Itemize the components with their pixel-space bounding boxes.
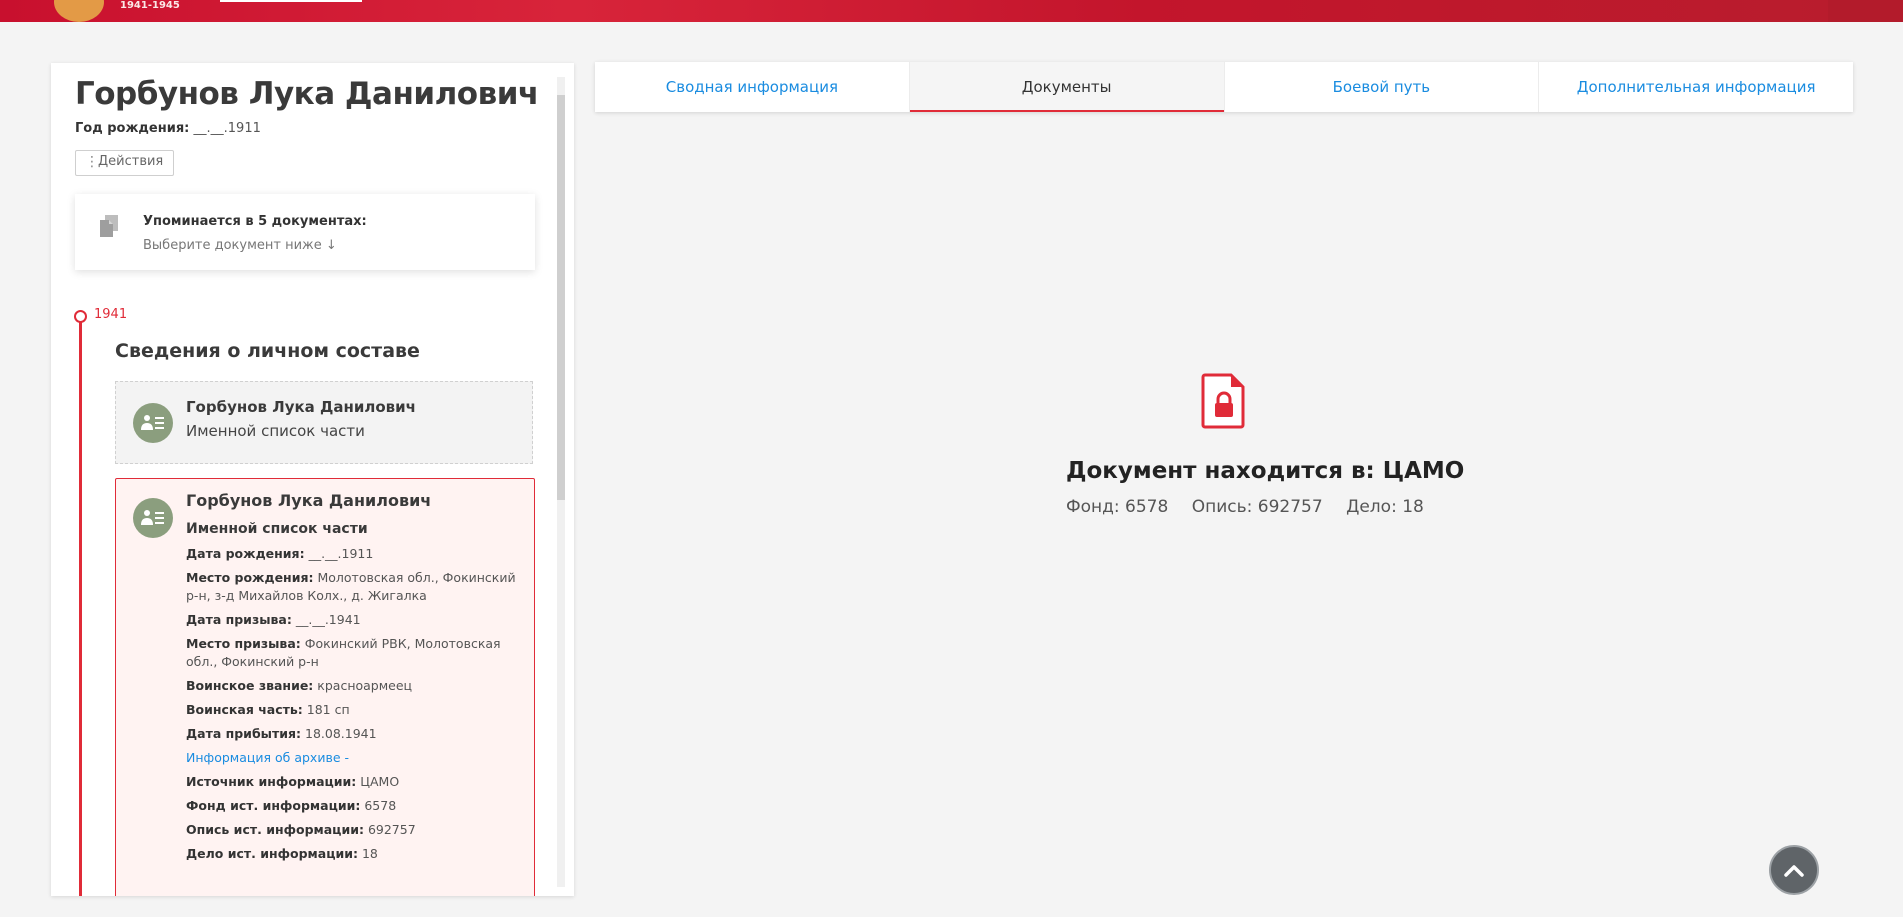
- document-reference: Фонд: 6578 Опись: 692757 Дело: 18: [1066, 497, 1442, 517]
- victory-logo[interactable]: [54, 0, 104, 22]
- tab-documents[interactable]: Документы: [909, 62, 1225, 112]
- person-panel: Горбунов Лука Данилович Год рождения: __…: [51, 63, 574, 896]
- field-label: Источник информации:: [186, 774, 357, 789]
- document-opis: Опись: 692757: [1191, 497, 1323, 517]
- actions-label: Действия: [98, 154, 164, 169]
- document-fields: Дата рождения: __.__.1911 Место рождения…: [186, 545, 526, 869]
- field-birth-place: Место рождения: Молотовская обл., Фокинс…: [186, 569, 526, 605]
- field-value: __.__.1911: [308, 546, 374, 561]
- mentions-title: Упоминается в 5 документах:: [143, 214, 367, 229]
- top-banner: 1941-1945: [0, 0, 1903, 22]
- locked-document-icon: [1201, 373, 1245, 429]
- banner-years: 1941-1945: [120, 0, 180, 11]
- field-birth-date: Дата рождения: __.__.1911: [186, 545, 526, 563]
- document-location: Документ находится в: ЦАМО: [1066, 458, 1465, 484]
- tab-summary[interactable]: Сводная информация: [595, 62, 910, 112]
- field-label: Фонд ист. информации:: [186, 798, 361, 813]
- field-rank: Воинское звание: красноармеец: [186, 677, 526, 695]
- scrollbar-thumb[interactable]: [557, 95, 565, 500]
- field-label: Дата рождения:: [186, 546, 305, 561]
- person-list-icon: [133, 498, 173, 538]
- timeline-dot: [74, 310, 87, 323]
- document-card[interactable]: Горбунов Лука Данилович Именной список ч…: [115, 381, 533, 464]
- timeline-year: 1941: [94, 307, 128, 322]
- tab-bar: Сводная информация Документы Боевой путь…: [595, 62, 1853, 112]
- section-title: Сведения о личном составе: [115, 340, 420, 362]
- field-label: Воинская часть:: [186, 702, 303, 717]
- document-card-name: Горбунов Лука Данилович: [186, 491, 432, 510]
- chevron-up-icon: [1784, 865, 1804, 877]
- field-label: Опись ист. информации:: [186, 822, 364, 837]
- documents-icon: [100, 215, 118, 237]
- field-value: 181 сп: [306, 702, 350, 717]
- field-value: 6578: [364, 798, 397, 813]
- field-label: Дата призыва:: [186, 612, 292, 627]
- person-panel-scroll: Горбунов Лука Данилович Год рождения: __…: [51, 63, 556, 896]
- birth-year-label: Год рождения:: [75, 121, 190, 136]
- person-list-icon: [133, 403, 173, 443]
- field-unit: Воинская часть: 181 сп: [186, 701, 526, 719]
- field-fond: Фонд ист. информации: 6578: [186, 797, 526, 815]
- field-value: 692757: [367, 822, 416, 837]
- document-card-selected[interactable]: Горбунов Лука Данилович Именной список ч…: [115, 478, 535, 896]
- timeline-line: [79, 315, 82, 896]
- banner-search-pill[interactable]: [220, 0, 362, 2]
- document-card-name: Горбунов Лука Данилович: [186, 398, 416, 416]
- field-value: 18: [361, 846, 378, 861]
- scroll-to-top-button[interactable]: [1769, 845, 1819, 895]
- field-label: Дата прибытия:: [186, 726, 302, 741]
- field-draft-place: Место призыва: Фокинский РВК, Молотовска…: [186, 635, 526, 671]
- field-opis: Опись ист. информации: 692757: [186, 821, 526, 839]
- person-name: Горбунов Лука Данилович: [75, 76, 539, 112]
- document-card-type: Именной список части: [186, 422, 365, 440]
- document-delo: Дело: 18: [1346, 497, 1424, 517]
- mentions-subtitle: Выберите документ ниже ↓: [143, 238, 337, 253]
- birth-year-row: Год рождения: __.__.1911: [75, 121, 261, 136]
- field-source: Источник информации: ЦАМО: [186, 773, 526, 791]
- actions-button[interactable]: ⋮ Действия: [75, 150, 175, 176]
- tab-additional-info[interactable]: Дополнительная информация: [1539, 62, 1853, 112]
- field-label: Место призыва:: [186, 636, 301, 651]
- document-card-type: Именной список части: [186, 521, 368, 537]
- tab-combat-path[interactable]: Боевой путь: [1225, 62, 1540, 112]
- field-value: красноармеец: [317, 678, 413, 693]
- mentions-card: Упоминается в 5 документах: Выберите док…: [75, 194, 535, 270]
- more-vertical-icon: ⋮: [85, 154, 99, 170]
- field-delo: Дело ист. информации: 18: [186, 845, 526, 863]
- document-fond: Фонд: 6578: [1066, 497, 1169, 517]
- archive-info-link[interactable]: Информация об архиве -: [186, 749, 526, 767]
- field-value: __.__.1941: [295, 612, 361, 627]
- birth-year-value: __.__.1911: [193, 121, 261, 136]
- field-label: Воинское звание:: [186, 678, 314, 693]
- panel-scrollbar[interactable]: [557, 77, 565, 887]
- field-label: Место рождения:: [186, 570, 314, 585]
- field-label: Дело ист. информации:: [186, 846, 358, 861]
- field-value: ЦАМО: [360, 774, 400, 789]
- field-draft-date: Дата призыва: __.__.1941: [186, 611, 526, 629]
- banner-right-block[interactable]: [1828, 0, 1903, 22]
- field-arrival-date: Дата прибытия: 18.08.1941: [186, 725, 526, 743]
- field-value: 18.08.1941: [305, 726, 377, 741]
